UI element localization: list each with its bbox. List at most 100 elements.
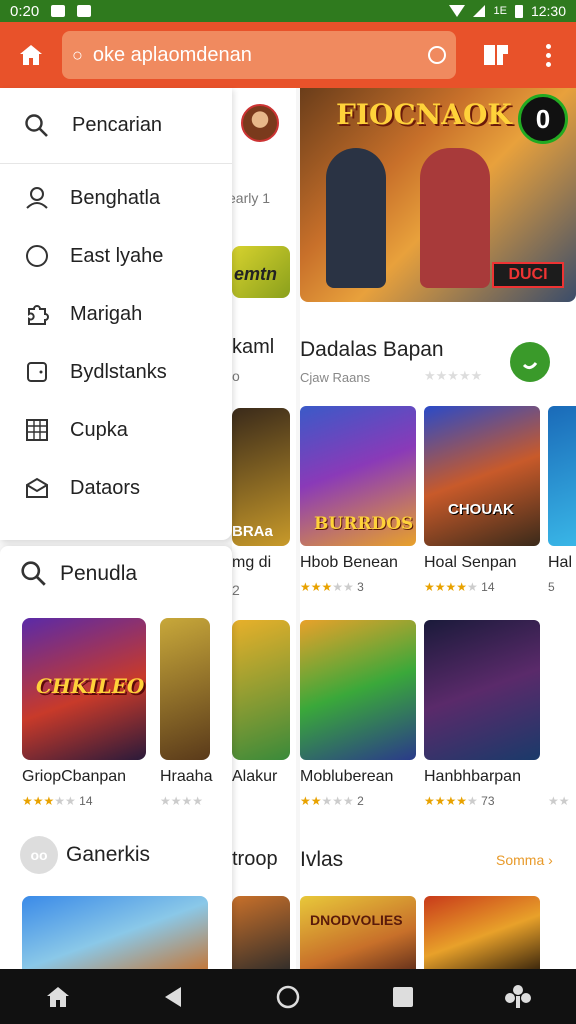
menu-item-label: Cupka [70, 418, 128, 441]
hero-character-2 [420, 148, 490, 288]
featured-banner[interactable]: FIOCNAOK 0 DUCI [300, 88, 576, 302]
game-card-art[interactable] [424, 896, 540, 969]
featured-title: FIOCNAOK [336, 98, 512, 131]
section-subtitle-stars: ★★★★★ [424, 368, 483, 383]
rating-stars-icon: ★★★★★ [300, 580, 354, 594]
game-card-rating: ★★★★★ 3 [300, 580, 364, 594]
menu-item-5[interactable]: Cupka [0, 404, 232, 456]
status-time-left: 0:20 [10, 2, 40, 20]
middle-card-label: BRAa [232, 523, 273, 540]
rating-stars-icon: ★★★★★ [424, 580, 478, 594]
game-card-rating: ★★★★★ 14 [424, 580, 495, 594]
menu-item-3[interactable]: Marigah [0, 288, 232, 340]
nav-home-button[interactable] [38, 977, 78, 1017]
search-icon [21, 561, 46, 586]
game-card-art[interactable] [300, 620, 416, 760]
middle-section: troop [232, 848, 278, 870]
game-card-rating: ★★★★★ 73 [424, 794, 495, 808]
nav-home-circle-button[interactable] [268, 977, 308, 1017]
gamepad-icon [505, 984, 532, 1008]
middle-title: kaml [232, 336, 275, 358]
middle-banner-text: emtn [234, 264, 278, 284]
section-title: Dadalas Bapan [300, 338, 444, 361]
search-input[interactable]: ○ oke aplaomdenan [62, 31, 456, 79]
library-icon [484, 45, 508, 65]
navigation-drawer: Pencarian Benghatla East lyahe Marigah B… [0, 88, 232, 976]
rating-stars-icon: ★★★★★ [424, 794, 478, 808]
drawer-section-games-label: Ganerkis [66, 843, 151, 866]
play-icon [522, 362, 538, 370]
menu-item-label: Benghatla [70, 186, 161, 209]
menu-item-2[interactable]: East lyahe [0, 230, 232, 282]
drawer-search-item[interactable]: Pencarian [0, 88, 232, 164]
menu-item-label: Marigah [70, 302, 143, 325]
middle-card-2[interactable] [232, 620, 290, 760]
middle-column: early 1 emtn kaml o BRAa mg di 2 Alakur … [232, 88, 296, 969]
game-card-art-text: CHOUAK [448, 501, 514, 518]
search-icon [25, 113, 48, 137]
puzzle-icon [22, 299, 52, 329]
back-icon [164, 986, 181, 1007]
drawer-game-card-art[interactable] [160, 618, 210, 760]
menu-item-1[interactable]: Benghatla [0, 172, 232, 224]
drawer-game-card-art[interactable] [22, 896, 208, 976]
game-card-rating: ★★★★★ 2 [300, 794, 364, 808]
section2-more-link[interactable]: Somma › [496, 852, 553, 868]
circle-icon [22, 241, 52, 271]
home-button[interactable] [0, 22, 62, 88]
menu-item-label: Dataors [70, 476, 141, 499]
app-bar: ○ oke aplaomdenan [0, 22, 576, 88]
game-card-art[interactable]: DNODVOLIES [300, 896, 416, 969]
game-card-art[interactable]: CHOUAK [424, 406, 540, 546]
featured-badge: 0 [518, 94, 568, 144]
middle-card2-name: Alakur [232, 768, 278, 785]
library-button[interactable] [470, 22, 522, 88]
status-time-right: 12:30 [530, 3, 566, 19]
section-subtitle: Cjaw Raans [300, 370, 371, 385]
games-badge: oo [20, 836, 58, 874]
nav-back-button[interactable] [153, 977, 193, 1017]
drawer-content: Penudla CHKILEO GriopCbanpan ★★★★★ 14 Hr… [0, 546, 232, 976]
tablet-icon [22, 357, 52, 387]
nav-recents-button[interactable] [383, 977, 423, 1017]
search-text: oke aplaomdenan [92, 43, 252, 66]
hero-character-1 [326, 148, 386, 288]
middle-banner[interactable]: emtn [232, 246, 290, 298]
game-card-art-text: DNODVOLIES [310, 912, 403, 928]
game-card-rating: 5 [548, 580, 555, 594]
middle-sub: o [232, 368, 240, 384]
game-card-rating: ★★ [548, 794, 570, 808]
search-icon: ○ [72, 44, 83, 65]
middle-card-rating: 2 [232, 582, 240, 598]
circle-home-icon [276, 985, 300, 1008]
game-card-art[interactable]: BURRDOS [300, 406, 416, 546]
system-navigation-bar [0, 969, 576, 1024]
game-card-art-text: BURRDOS [314, 514, 414, 534]
status-bar: 0:20 1E 12:30 [0, 0, 576, 22]
section-play-button[interactable] [510, 342, 550, 382]
menu-item-label: East lyahe [70, 244, 164, 267]
nav-gamepad-button[interactable] [498, 977, 538, 1017]
more-options-button[interactable] [522, 22, 574, 88]
game-card-name: Hbob Benean [300, 554, 398, 571]
middle-card-name: mg di [232, 554, 272, 571]
drawer-game-card-art-text: CHKILEO [36, 674, 145, 698]
wifi-icon [449, 5, 466, 17]
drawer-game-card-name: GriopCbanpan [22, 768, 127, 785]
middle-card-3[interactable] [232, 896, 290, 969]
drawer-section-search[interactable]: Penudla [20, 560, 137, 588]
rating-stars-icon: ★★ [548, 794, 570, 808]
section2-title: Ivlas [300, 848, 344, 871]
drawer-section-search-label: Penudla [60, 562, 138, 585]
game-card-art[interactable] [548, 406, 576, 546]
menu-item-6[interactable]: Dataors [0, 462, 232, 514]
middle-card-1[interactable]: BRAa [232, 408, 290, 546]
avatar[interactable] [241, 104, 279, 142]
signal-icon [473, 5, 486, 17]
drawer-section-games[interactable]: oo Ganerkis [20, 836, 150, 874]
voice-search-icon[interactable] [428, 46, 446, 64]
game-card-name: Hal [548, 554, 573, 571]
menu-item-4[interactable]: Bydlstanks [0, 346, 232, 398]
drawer-game-card-art[interactable]: CHKILEO [22, 618, 146, 760]
game-card-art[interactable] [424, 620, 540, 760]
